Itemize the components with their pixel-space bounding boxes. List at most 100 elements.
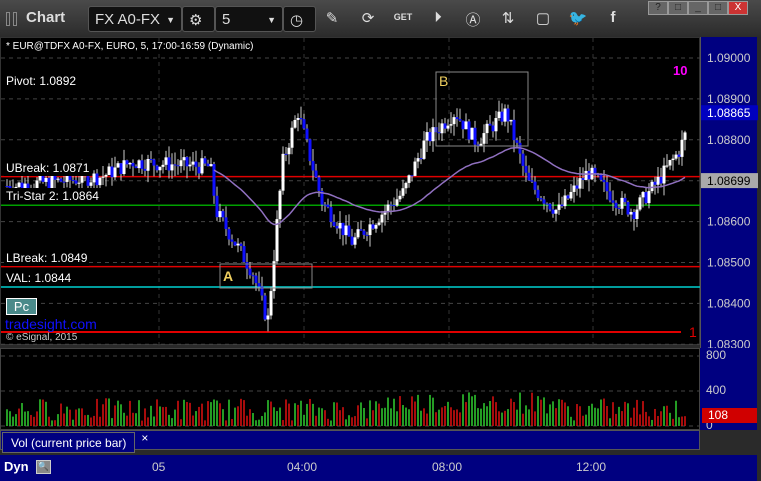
pivot-label: Pivot: 1.0892 [4,73,79,89]
count-marker: 10 [673,63,687,78]
price-chart-svg: 1 A B 10 [1,38,701,346]
candle-body [179,160,183,167]
candle-body [653,181,657,185]
candle-body [137,160,141,169]
candle-body [452,117,456,125]
facebook-icon[interactable]: f [603,9,623,26]
candle-body [560,204,564,207]
candle-body [467,121,471,140]
price-scale[interactable]: 1.090001.089001.088001.087001.086001.085… [700,37,758,351]
symbol-input[interactable]: FX A0-FX ▼ [88,6,182,32]
candle-body [566,195,570,199]
candle-body [428,132,432,142]
candle-body [413,161,417,176]
candle-body [500,111,504,122]
candle-body [506,108,510,122]
time-tick: 05 [152,460,166,474]
dyn-mode[interactable]: Dyn [4,459,29,474]
candle-body [680,139,684,157]
link-icon[interactable]: ⇅ [498,9,518,27]
candle-body [269,291,273,316]
settings-button[interactable]: ⚙ [182,6,215,32]
candle-body [278,190,282,220]
candle-body [86,174,90,186]
candle-body [587,170,591,180]
candle-body [266,315,270,320]
volume-study-label[interactable]: Vol (current price bar) × [2,431,148,453]
candle-body [668,160,672,166]
candle-body [662,165,666,184]
app-title: Chart [26,9,66,26]
comment-icon[interactable]: ▢ [533,9,553,27]
candle-body [347,225,351,237]
candle-body [161,164,165,167]
candle-body [308,139,312,162]
candle-body [605,182,609,192]
candle-body [110,166,114,178]
alert-icon[interactable]: Ⓐ [463,9,483,30]
candle-body [380,214,384,223]
search-icon[interactable]: 🔍 [36,460,51,474]
price-tick: 1.08800 [707,133,751,147]
candle-body [593,167,597,175]
candle-body [155,165,159,171]
candle-body [209,164,213,167]
play-icon[interactable]: ⏵ [428,9,448,26]
volume-panel[interactable] [0,348,701,430]
candle-body [122,160,126,174]
candle-body [113,167,117,178]
volume-svg [1,355,701,427]
candle-body [59,178,63,182]
candle-body [392,205,396,207]
candle-body [95,173,99,186]
candle-body [542,199,546,204]
marker-b: B [439,73,448,89]
candle-body [257,283,261,287]
pencil-icon[interactable]: ✎ [322,9,342,27]
close-button[interactable]: X [728,1,748,15]
candle-body [362,230,366,235]
candle-body [608,191,612,201]
candle-body [128,162,132,165]
candle-body [41,175,45,182]
time-button[interactable]: ◷ [283,6,316,32]
candle-body [641,192,645,198]
marker-a: A [223,268,233,284]
pc-button[interactable]: Pc [6,298,37,315]
last-price: 1.08865 [707,106,751,120]
interval-select[interactable]: 5 ▼ [215,6,283,32]
candle-body [521,153,525,166]
close-study-button[interactable]: × [141,431,148,445]
copyright: © eSignal, 2015 [6,332,78,343]
maximize-button[interactable]: □ [708,1,728,15]
drag-handle-icon[interactable] [13,12,17,26]
candle-body [617,207,621,209]
candle-body [125,160,129,165]
candle-body [98,177,102,186]
drag-handle-icon[interactable] [6,12,10,26]
candle-body [188,164,192,167]
candle-body [638,197,642,210]
get-icon[interactable]: GET [393,12,413,22]
candle-body [350,236,354,245]
candle-body [290,127,294,148]
candle-body [647,191,651,204]
candle-body [623,197,627,203]
candle-body [185,157,189,167]
candle-body [332,221,336,226]
candle-body [671,158,675,161]
restore-button[interactable]: □ [668,1,688,15]
refresh-icon[interactable]: ⟳ [358,9,378,27]
price-tick: 1.09000 [707,51,751,65]
time-axis[interactable]: Dyn 🔍 05 04:00 08:00 12:00 [0,455,757,481]
time-tick: 12:00 [576,460,607,474]
candle-body [272,261,276,292]
price-chart[interactable]: 1 A B 10 [0,37,701,346]
candle-body [299,118,303,120]
twitter-icon[interactable]: 🐦 [568,9,588,27]
minimize-button[interactable]: _ [688,1,708,15]
candle-body [302,119,306,129]
help-button[interactable]: ? [648,1,668,15]
price-tick: 1.08300 [707,337,751,348]
candle-body [305,128,309,140]
